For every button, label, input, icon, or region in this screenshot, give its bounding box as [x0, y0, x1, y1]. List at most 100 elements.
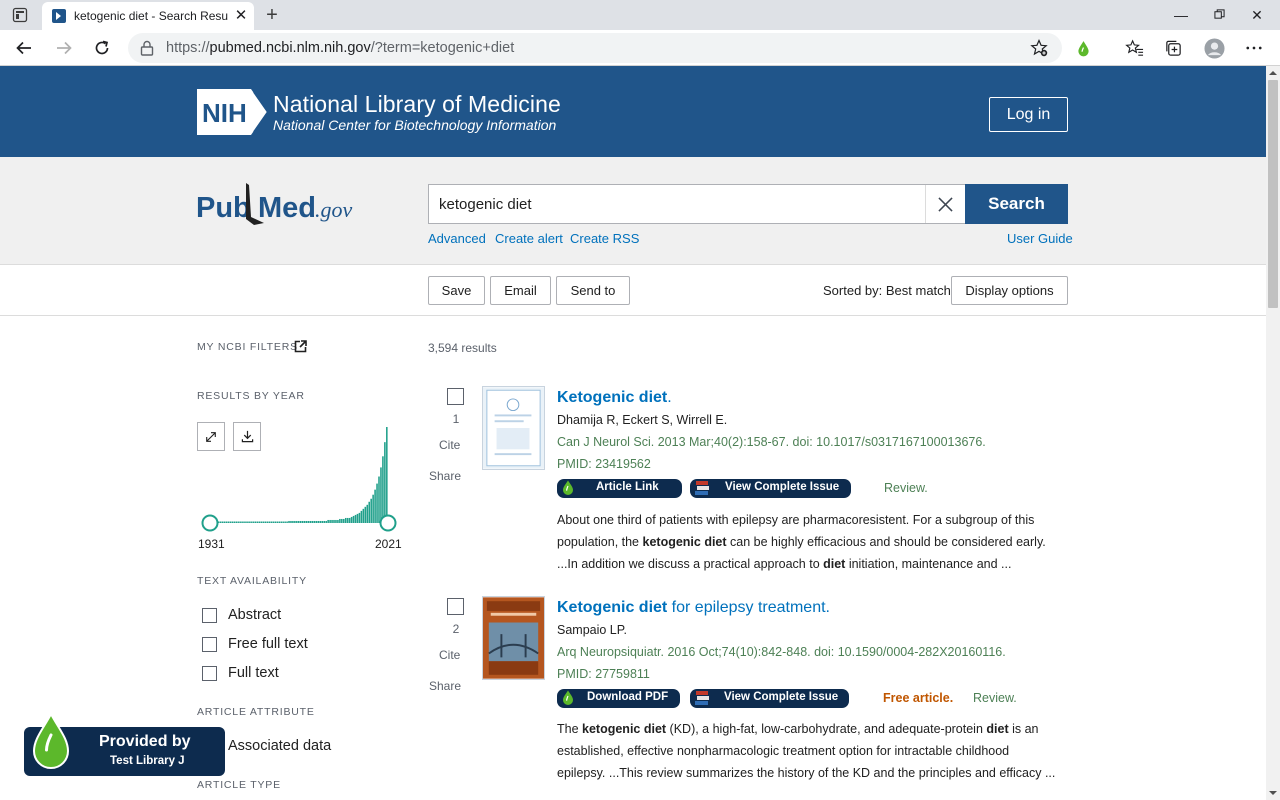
- histogram-bar[interactable]: [239, 521, 241, 524]
- filter-checkbox[interactable]: [202, 666, 217, 681]
- histogram-bar[interactable]: [233, 521, 236, 524]
- histogram-bar[interactable]: [344, 517, 347, 523]
- page-scrollbar[interactable]: [1266, 66, 1280, 800]
- histogram-bar[interactable]: [343, 518, 345, 523]
- histogram-bar[interactable]: [327, 519, 329, 523]
- histogram-bar[interactable]: [346, 517, 349, 523]
- view-complete-issue-button[interactable]: View Complete Issue: [690, 479, 851, 498]
- histogram-bar[interactable]: [366, 504, 369, 523]
- filter-label[interactable]: Free full text: [228, 636, 308, 652]
- download-pdf-button[interactable]: Download PDF: [557, 689, 680, 708]
- histogram-bar[interactable]: [364, 506, 367, 523]
- histogram-bar[interactable]: [237, 521, 239, 524]
- histogram-bar[interactable]: [376, 483, 378, 523]
- nlm-title[interactable]: National Library of Medicine: [273, 91, 561, 118]
- histogram-bar[interactable]: [380, 467, 382, 523]
- lock-icon[interactable]: [140, 40, 154, 56]
- histogram-bar[interactable]: [282, 521, 284, 524]
- histogram-bar[interactable]: [329, 519, 331, 523]
- histogram-bar[interactable]: [374, 489, 376, 523]
- histogram-bar[interactable]: [298, 520, 300, 523]
- histogram-handle-end[interactable]: [379, 514, 397, 532]
- sort-order-label[interactable]: Sorted by: Best match: [823, 283, 951, 298]
- histogram-bar[interactable]: [280, 521, 282, 524]
- article-link-button[interactable]: Article Link: [557, 479, 682, 498]
- histogram-bar[interactable]: [274, 521, 277, 524]
- favorites-icon[interactable]: [1123, 37, 1145, 59]
- histogram-bar[interactable]: [331, 519, 333, 523]
- histogram-bar[interactable]: [354, 514, 357, 523]
- histogram-bar[interactable]: [264, 521, 267, 524]
- login-button[interactable]: Log in: [989, 97, 1068, 132]
- cite-button[interactable]: Cite: [439, 438, 460, 452]
- histogram-bar[interactable]: [262, 521, 265, 524]
- histogram-bar[interactable]: [272, 521, 275, 524]
- clear-search-icon[interactable]: [925, 185, 965, 223]
- histogram-bar[interactable]: [254, 521, 257, 524]
- nih-logo[interactable]: NIH: [197, 89, 267, 135]
- filter-checkbox[interactable]: [202, 637, 217, 652]
- my-ncbi-filters-heading[interactable]: MY NCBI FILTERS: [197, 341, 298, 353]
- filter-checkbox[interactable]: [202, 608, 217, 623]
- histogram-bar[interactable]: [249, 521, 251, 524]
- histogram-bar[interactable]: [323, 520, 326, 523]
- histogram-bar[interactable]: [307, 520, 310, 523]
- histogram-bar[interactable]: [243, 521, 245, 524]
- journal-cover-thumbnail[interactable]: [482, 596, 545, 680]
- search-input[interactable]: [439, 185, 919, 223]
- histogram-bar[interactable]: [223, 521, 226, 524]
- histogram-bar[interactable]: [231, 521, 234, 524]
- email-button[interactable]: Email: [490, 276, 551, 305]
- histogram-bar[interactable]: [337, 519, 339, 523]
- collections-icon[interactable]: [1162, 37, 1184, 59]
- histogram-bar[interactable]: [321, 520, 324, 523]
- histogram-bar[interactable]: [356, 513, 359, 523]
- histogram-bar[interactable]: [301, 520, 304, 523]
- histogram-bar[interactable]: [348, 517, 351, 523]
- histogram-bar[interactable]: [292, 520, 294, 523]
- histogram-bar[interactable]: [241, 521, 243, 524]
- histogram-bar[interactable]: [378, 476, 380, 523]
- tab-actions-icon[interactable]: [12, 7, 28, 23]
- histogram-bar[interactable]: [386, 427, 388, 523]
- histogram-bar[interactable]: [290, 520, 292, 523]
- result-title-link[interactable]: Ketogenic diet.: [557, 389, 672, 407]
- scroll-up-icon[interactable]: [1269, 69, 1277, 77]
- histogram-bar[interactable]: [305, 520, 308, 523]
- histogram-bar[interactable]: [311, 520, 314, 523]
- histogram-bar[interactable]: [294, 520, 296, 523]
- histogram-bar[interactable]: [325, 520, 327, 523]
- result-title-link[interactable]: Ketogenic diet for epilepsy treatment.: [557, 599, 830, 617]
- reload-icon[interactable]: [88, 34, 116, 62]
- scrollbar-thumb[interactable]: [1268, 80, 1278, 308]
- back-icon[interactable]: [10, 34, 38, 62]
- histogram-bar[interactable]: [270, 521, 273, 524]
- histogram-bar[interactable]: [286, 521, 288, 524]
- journal-cover-thumbnail[interactable]: [482, 386, 545, 470]
- filter-label[interactable]: Abstract: [228, 607, 281, 623]
- histogram-bar[interactable]: [313, 520, 316, 523]
- search-button[interactable]: Search: [965, 184, 1068, 224]
- profile-avatar-icon[interactable]: [1203, 37, 1225, 59]
- provided-by-badge[interactable]: Provided by Test Library J: [24, 713, 225, 776]
- add-favorite-icon[interactable]: [1030, 39, 1048, 57]
- histogram-bar[interactable]: [284, 521, 286, 524]
- cite-button[interactable]: Cite: [439, 648, 460, 662]
- histogram-bar[interactable]: [333, 519, 335, 523]
- histogram-bar[interactable]: [268, 521, 271, 524]
- histogram-bar[interactable]: [309, 520, 312, 523]
- histogram-bar[interactable]: [341, 518, 343, 523]
- histogram-bar[interactable]: [251, 521, 253, 524]
- histogram-bar[interactable]: [315, 520, 318, 523]
- histogram-bar[interactable]: [278, 521, 281, 524]
- result-select-checkbox[interactable]: [447, 388, 464, 405]
- create-alert-link[interactable]: Create alert: [495, 231, 563, 246]
- histogram-bar[interactable]: [299, 520, 302, 523]
- histogram-bar[interactable]: [266, 521, 269, 524]
- forward-icon[interactable]: [50, 34, 78, 62]
- histogram-bar[interactable]: [258, 521, 261, 524]
- window-close-icon[interactable]: ✕: [1234, 3, 1280, 27]
- share-button[interactable]: Share: [429, 469, 461, 483]
- tab-close-icon[interactable]: ✕: [232, 7, 250, 25]
- histogram-handle-start[interactable]: [201, 514, 219, 532]
